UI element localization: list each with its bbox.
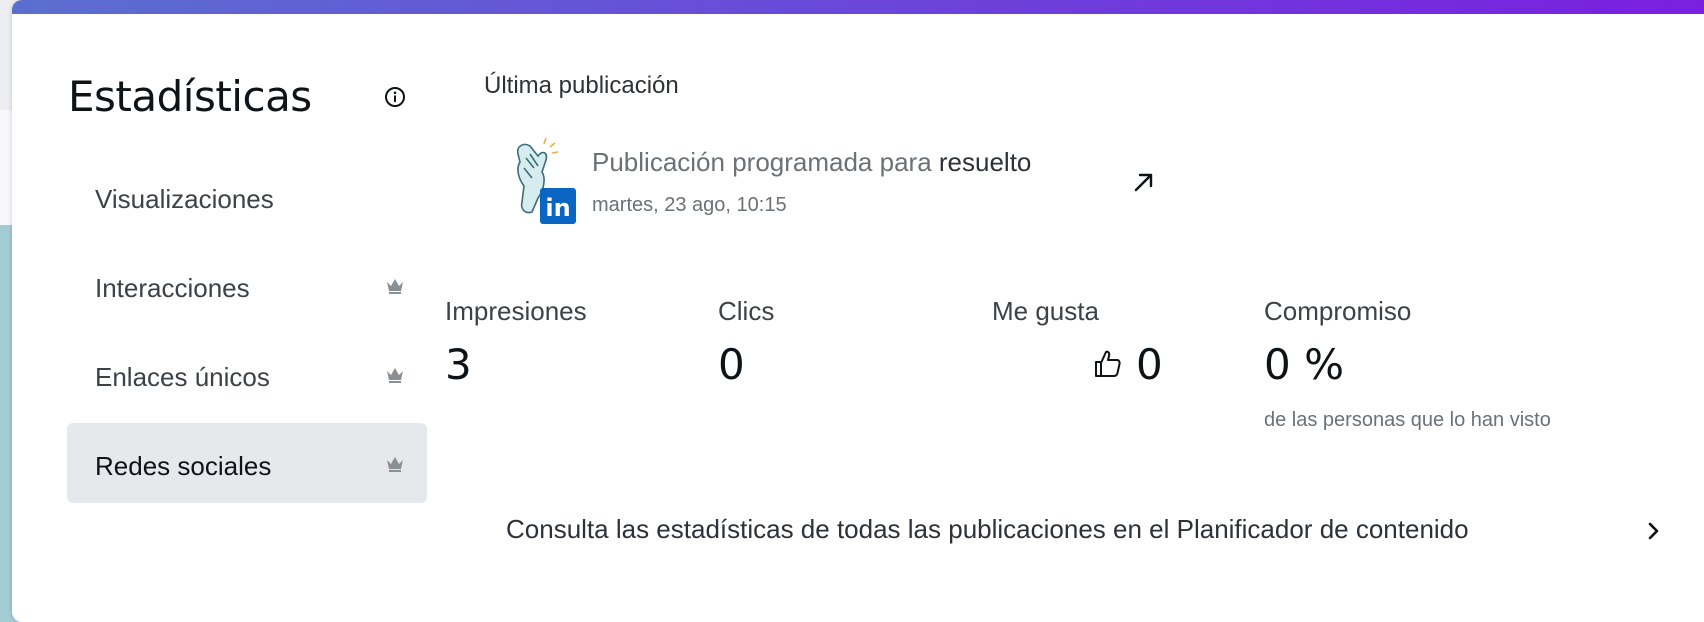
crown-icon (387, 368, 403, 383)
sidebar-item-label: Interacciones (95, 273, 250, 303)
chevron-right-icon[interactable] (1645, 519, 1663, 543)
panel-top-accent-bar (12, 0, 1704, 14)
latest-post-heading: Última publicación (484, 72, 679, 99)
sidebar-item-redes-sociales[interactable]: Redes sociales (67, 423, 427, 503)
sidebar-item-label: Redes sociales (95, 451, 272, 481)
sidebar-item-visualizaciones[interactable]: Visualizaciones (67, 156, 427, 236)
info-circle-icon[interactable] (384, 86, 406, 108)
arrow-up-right-icon[interactable] (1130, 168, 1158, 196)
statistics-panel: Estadísticas Visualizaciones Interaccion… (12, 0, 1704, 622)
sidebar-item-interacciones[interactable]: Interacciones (67, 245, 427, 325)
stat-note-compromiso: de las personas que lo han visto (1264, 409, 1551, 431)
crown-icon (387, 457, 403, 472)
stat-value-clics: 0 (718, 340, 745, 389)
content-planner-link[interactable]: Consulta las estadísticas de todas las p… (506, 514, 1469, 545)
stat-label-clics: Clics (718, 296, 775, 326)
stat-label-compromiso: Compromiso (1264, 296, 1412, 326)
post-date: martes, 23 ago, 10:15 (592, 194, 787, 216)
stat-value-me-gusta: 0 (1136, 340, 1163, 389)
sidebar-item-enlaces-unicos[interactable]: Enlaces únicos (67, 334, 427, 414)
stat-label-impresiones: Impresiones (445, 296, 587, 326)
post-title-target: resuelto (938, 147, 1032, 177)
post-title-prefix: Publicación programada para (592, 147, 932, 177)
post-title[interactable]: Publicación programada para resuelto (592, 147, 1031, 178)
sidebar-item-label: Enlaces únicos (95, 362, 270, 392)
crown-icon (387, 279, 403, 294)
sidebar-item-label: Visualizaciones (95, 184, 274, 214)
thumbs-up-icon (1095, 350, 1121, 377)
panel-title: Estadísticas (68, 72, 312, 121)
linkedin-badge-text: in (545, 194, 570, 222)
stat-value-impresiones: 3 (445, 340, 472, 389)
stat-label-me-gusta: Me gusta (992, 296, 1099, 326)
post-thumbnail-image[interactable]: in (508, 138, 576, 226)
stat-value-compromiso: 0 % (1264, 340, 1344, 389)
